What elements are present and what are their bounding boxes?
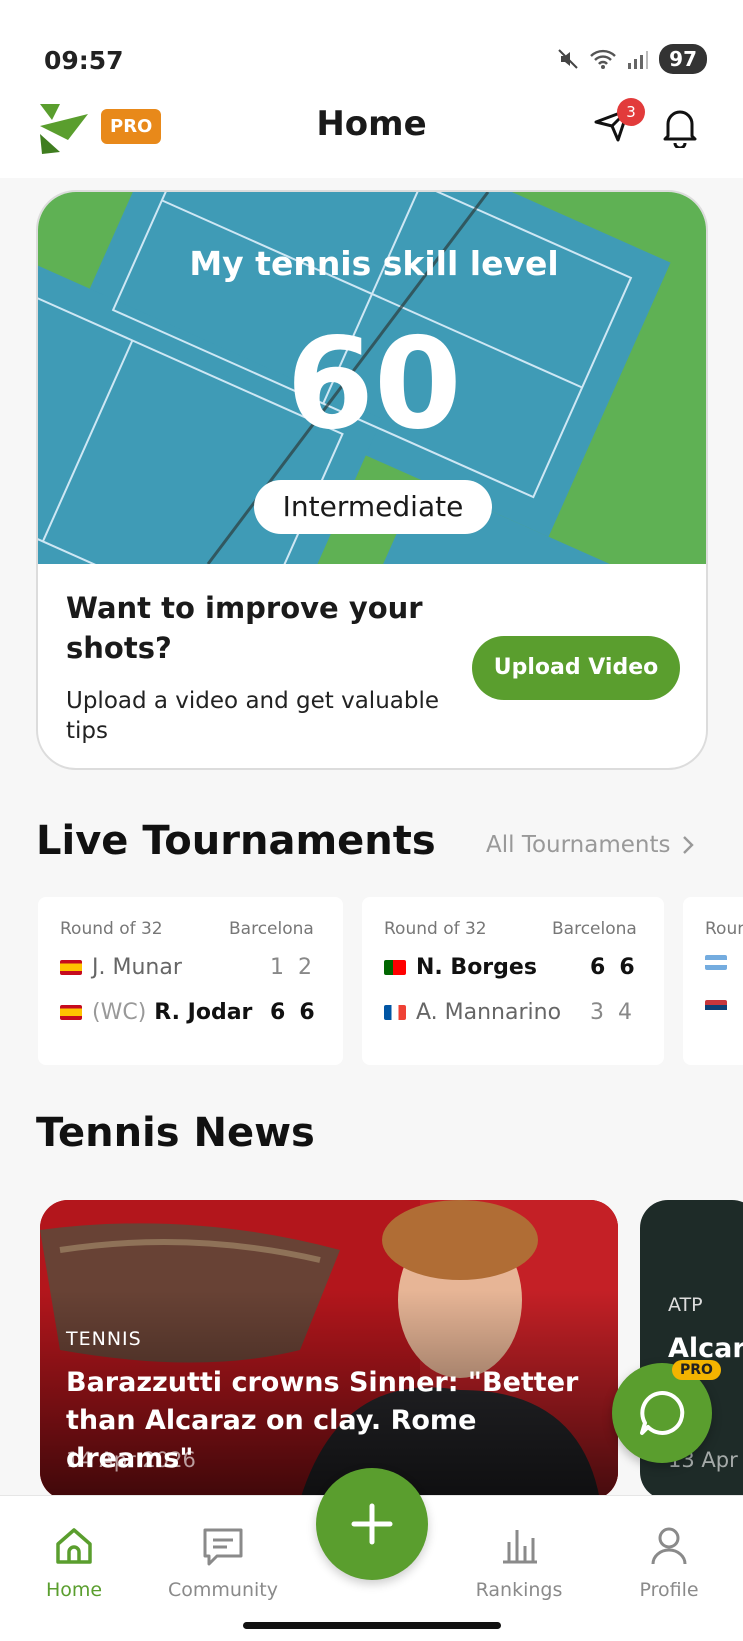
- skill-card[interactable]: My tennis skill level 60 Intermediate Wa…: [36, 190, 708, 770]
- skill-level-pill: Intermediate: [254, 480, 492, 534]
- player-row: [705, 955, 737, 970]
- status-time: 09:57: [44, 46, 124, 75]
- rankings-icon: [503, 1530, 537, 1564]
- player-name: N. Borges: [416, 955, 537, 980]
- news-card[interactable]: TENNIS Barazzutti crowns Sinner: "Better…: [40, 1200, 618, 1500]
- player-row: A. Mannarino: [384, 1000, 561, 1025]
- battery-indicator: 97: [659, 44, 707, 74]
- skill-value: 60: [286, 310, 462, 457]
- spain-flag-icon: [60, 960, 82, 975]
- tab-label: Home: [45, 1579, 103, 1601]
- add-button[interactable]: [316, 1468, 428, 1580]
- chat-pro-badge: PRO: [672, 1360, 721, 1380]
- notification-count-badge: 3: [617, 98, 645, 126]
- match-round: Roun: [705, 919, 743, 939]
- match-city: Barcelona: [552, 919, 637, 939]
- news-category: ATP: [668, 1294, 703, 1316]
- news-date: 14 Apr 2026: [66, 1448, 196, 1472]
- live-tournaments-title: Live Tournaments: [36, 818, 436, 864]
- status-icons: 97: [557, 44, 707, 74]
- tab-label: Community: [168, 1579, 278, 1601]
- match-round: Round of 32: [384, 919, 487, 939]
- tab-label: Rankings: [475, 1579, 563, 1601]
- match-round: Round of 32: [60, 919, 163, 939]
- player-name: R. Jodar: [154, 1000, 253, 1025]
- portugal-flag-icon: [384, 960, 406, 975]
- tab-label: Profile: [639, 1579, 699, 1601]
- improve-subtitle: Upload a video and get valuable tips: [66, 688, 440, 744]
- player-name: J. Munar: [92, 955, 182, 980]
- player-row: J. Munar: [60, 955, 182, 980]
- player-prefix: (WC): [92, 1000, 147, 1025]
- match-card[interactable]: Roun: [683, 897, 743, 1065]
- spain-flag-icon: [60, 1005, 82, 1020]
- player-score: 34: [590, 1000, 646, 1025]
- argentina-flag-icon: [705, 955, 727, 970]
- status-bar: 09:57 97: [0, 0, 743, 90]
- player-row: (WC) R. Jodar: [60, 1000, 252, 1025]
- player-score: 66: [590, 955, 649, 980]
- player-row: N. Borges: [384, 955, 537, 980]
- serbia-flag-icon: [705, 1000, 727, 1015]
- skill-title: My tennis skill level: [189, 244, 559, 283]
- player-name: A. Mannarino: [416, 1000, 562, 1025]
- tab-community[interactable]: Community: [163, 1524, 283, 1601]
- all-tournaments-label: All Tournaments: [486, 832, 671, 858]
- player-row: [705, 1000, 737, 1015]
- app-header: PRO Home 3: [0, 90, 743, 178]
- signal-icon: [628, 51, 649, 69]
- news-category: TENNIS: [66, 1328, 142, 1350]
- all-tournaments-link[interactable]: All Tournaments: [486, 832, 695, 858]
- plus-icon: [351, 1503, 393, 1545]
- player-score: 12: [270, 955, 326, 980]
- france-flag-icon: [384, 1005, 406, 1020]
- home-indicator: [243, 1622, 501, 1629]
- improve-title: Want to improve your shots?: [66, 591, 423, 665]
- match-card[interactable]: Round of 32 Barcelona J. Munar 12 (WC) R…: [38, 897, 343, 1065]
- wifi-icon: [590, 49, 617, 69]
- upload-video-button[interactable]: Upload Video: [472, 636, 680, 700]
- profile-icon: [651, 1527, 687, 1565]
- tab-profile[interactable]: Profile: [609, 1524, 729, 1601]
- bell-icon[interactable]: [660, 104, 700, 148]
- home-icon: [56, 1528, 92, 1564]
- community-icon: [203, 1528, 243, 1566]
- match-card[interactable]: Round of 32 Barcelona N. Borges 66 A. Ma…: [362, 897, 664, 1065]
- chevron-right-icon: [683, 836, 695, 854]
- tab-rankings[interactable]: Rankings: [459, 1524, 579, 1601]
- tennis-news-title: Tennis News: [36, 1110, 315, 1156]
- tennis-court-image: My tennis skill level 60 Intermediate: [38, 192, 706, 564]
- tab-home[interactable]: Home: [14, 1524, 134, 1601]
- player-score: 66: [270, 1000, 329, 1025]
- match-city: Barcelona: [229, 919, 314, 939]
- mute-icon: [558, 49, 578, 69]
